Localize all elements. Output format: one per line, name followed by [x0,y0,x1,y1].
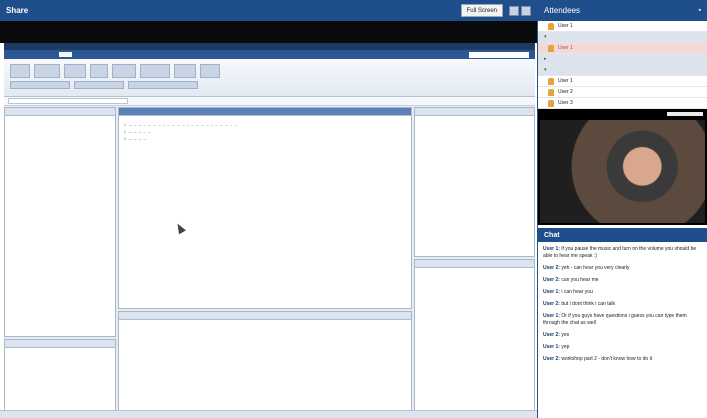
ribbon-tab[interactable] [43,52,55,57]
grid-icon[interactable]: ▪ [699,7,701,14]
chat-message: User 1: Or if you guys have questions i … [543,313,687,326]
attendee-item[interactable]: User 2 [538,87,707,98]
camera-header [538,109,707,118]
chevron-down-icon: ▸ [544,56,547,62]
fullscreen-button[interactable]: Full Screen [460,4,503,17]
toolbar-button[interactable] [74,81,124,89]
code-line[interactable]: 1— — — — — — — — — — — — — — — — — — — —… [119,122,411,129]
app-titlebar [4,43,535,50]
search-input[interactable] [469,51,529,58]
pane-header [415,108,534,116]
ribbon-tab[interactable] [26,52,38,57]
group-hosts[interactable]: ▾ [538,32,707,43]
ribbon-tab[interactable] [92,52,104,57]
camera-feed [538,118,707,225]
share-letterbox [0,21,537,43]
ribbon-tab[interactable] [76,52,88,57]
person-icon [548,44,554,52]
share-header: Share Full Screen [0,0,537,21]
command-history-pane [414,259,535,414]
attendee-item[interactable]: User 1 [538,21,707,32]
details-pane [4,339,116,414]
attendees-panel: Attendees ▪ User 1 ▾ User 1 ▸ ▾ User 1 U… [537,0,707,418]
code-line[interactable]: 3— — — — [119,136,411,143]
chat-header: Chat [538,228,707,242]
current-folder-pane [4,107,116,337]
attendee-item[interactable]: User 1 [538,76,707,87]
path-bar [4,97,535,106]
camera-volume-bar[interactable] [667,111,703,116]
ribbon-tabs [4,50,535,59]
attendee-name: User 1 [558,78,573,84]
toolbar-button[interactable] [64,64,86,78]
chevron-down-icon: ▾ [544,67,547,73]
chevron-down-icon: ▾ [544,34,547,40]
attendee-item[interactable]: User 1 [538,43,707,54]
ribbon-tab-active[interactable] [59,52,72,57]
group-participants[interactable]: ▾ [538,65,707,76]
shared-desktop-app: 1— — — — — — — — — — — — — — — — — — — —… [4,43,535,418]
toolbar-button[interactable] [10,64,30,78]
ribbon-tab[interactable] [10,52,22,57]
chat-title: Chat [544,231,560,239]
share-title: Share [6,6,29,15]
status-bar [0,410,537,418]
chat-message: User 1: if you pause the music and turn … [543,246,697,259]
command-window-pane[interactable] [118,311,412,414]
attendee-name: User 2 [558,89,573,95]
toolbar-button[interactable] [10,81,70,89]
person-icon [548,77,554,85]
grid-icon[interactable] [509,5,519,16]
person-icon [548,99,554,107]
toolbar-button[interactable] [174,64,196,78]
chat-message: User 2: yes [543,332,570,338]
workspace-pane [414,107,535,257]
attendees-title: Attendees [544,6,581,15]
code-line[interactable]: 2— — — — — [119,129,411,136]
chat-message: User 2: but i dont think i can talk [543,301,615,307]
editor-header [119,108,411,116]
pane-header [5,340,115,348]
ribbon-toolbar [4,59,535,97]
chat-message: User 1: yep [543,344,570,350]
chat-message-list[interactable]: User 1: if you pause the music and turn … [538,242,707,372]
group-presenters[interactable]: ▸ [538,54,707,65]
pane-header [119,312,411,320]
person-icon [548,88,554,96]
toolbar-button[interactable] [34,64,60,78]
chat-message: User 2: can you hear me [543,277,599,283]
toolbar-button[interactable] [140,64,170,78]
pane-header [415,260,534,268]
toolbar-button[interactable] [90,64,108,78]
path-input[interactable] [8,98,128,104]
attendee-name: User 1 [558,45,573,51]
toolbar-button[interactable] [128,81,198,89]
chat-message: User 2: yeh - can hear you very clearly [543,265,630,271]
attendee-name: User 1 [558,23,573,29]
attendee-item[interactable]: User 3 [538,98,707,109]
editor-pane[interactable]: 1— — — — — — — — — — — — — — — — — — — —… [118,107,412,309]
pane-header [5,108,115,116]
attendee-name: User 3 [558,100,573,106]
grid-icon[interactable] [521,5,531,16]
toolbar-button[interactable] [112,64,136,78]
attendees-header: Attendees ▪ [538,0,707,21]
toolbar-button[interactable] [200,64,220,78]
share-panel: Share Full Screen 1 — — — — — — — — — — … [0,0,537,418]
chat-message: User 2: workshop part 2 - don't know how… [543,356,653,362]
person-icon [548,22,554,30]
chat-message: User 1: i can hear you [543,289,593,295]
